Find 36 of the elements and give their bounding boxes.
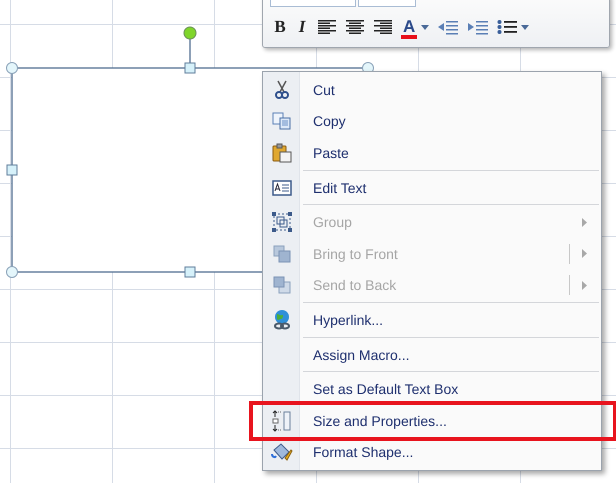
rotation-handle[interactable] [184, 26, 196, 64]
bullet-list-icon[interactable] [497, 19, 518, 35]
text-box-icon [272, 180, 292, 196]
indent-increase-icon[interactable] [467, 18, 490, 36]
copy-icon [272, 112, 292, 130]
group-icon [272, 212, 292, 232]
menu-item[interactable]: Copy [265, 106, 599, 138]
menu-item[interactable]: Paste [265, 137, 599, 169]
layered-squares-icon [272, 275, 292, 296]
resize-handle[interactable] [184, 62, 196, 74]
resize-handle[interactable] [6, 62, 18, 74]
align-left-icon[interactable] [317, 19, 337, 35]
resize-handle[interactable] [6, 164, 18, 176]
font-color-button[interactable]: A [401, 16, 418, 38]
align-right-icon[interactable] [373, 19, 393, 35]
scissors-icon [273, 80, 291, 100]
globe-link-icon [272, 308, 292, 331]
align-center-icon[interactable] [345, 19, 365, 35]
paint-bucket-icon [271, 442, 293, 462]
menu-item[interactable]: Hyperlink... [265, 304, 599, 336]
dropdown-arrow-icon[interactable] [521, 24, 530, 30]
menu-item[interactable]: Cut [265, 74, 599, 106]
menu-item[interactable]: Set as Default Text Box [265, 373, 599, 405]
menu-item[interactable]: Size and Properties... [253, 404, 613, 437]
italic-button[interactable]: I [295, 16, 309, 38]
size-icon [272, 410, 292, 432]
clipboard-icon [272, 142, 292, 163]
resize-handle[interactable] [184, 266, 196, 278]
bold-button[interactable]: B [273, 16, 287, 38]
menu-item[interactable]: Assign Macro... [265, 338, 599, 370]
menu-item[interactable]: Format Shape... [265, 436, 599, 468]
resize-handle[interactable] [6, 266, 18, 278]
indent-decrease-icon[interactable] [437, 18, 460, 36]
menu-item[interactable]: Edit Text [265, 172, 599, 204]
dropdown-arrow-icon[interactable] [421, 24, 430, 30]
layered-squares-icon [272, 244, 292, 264]
